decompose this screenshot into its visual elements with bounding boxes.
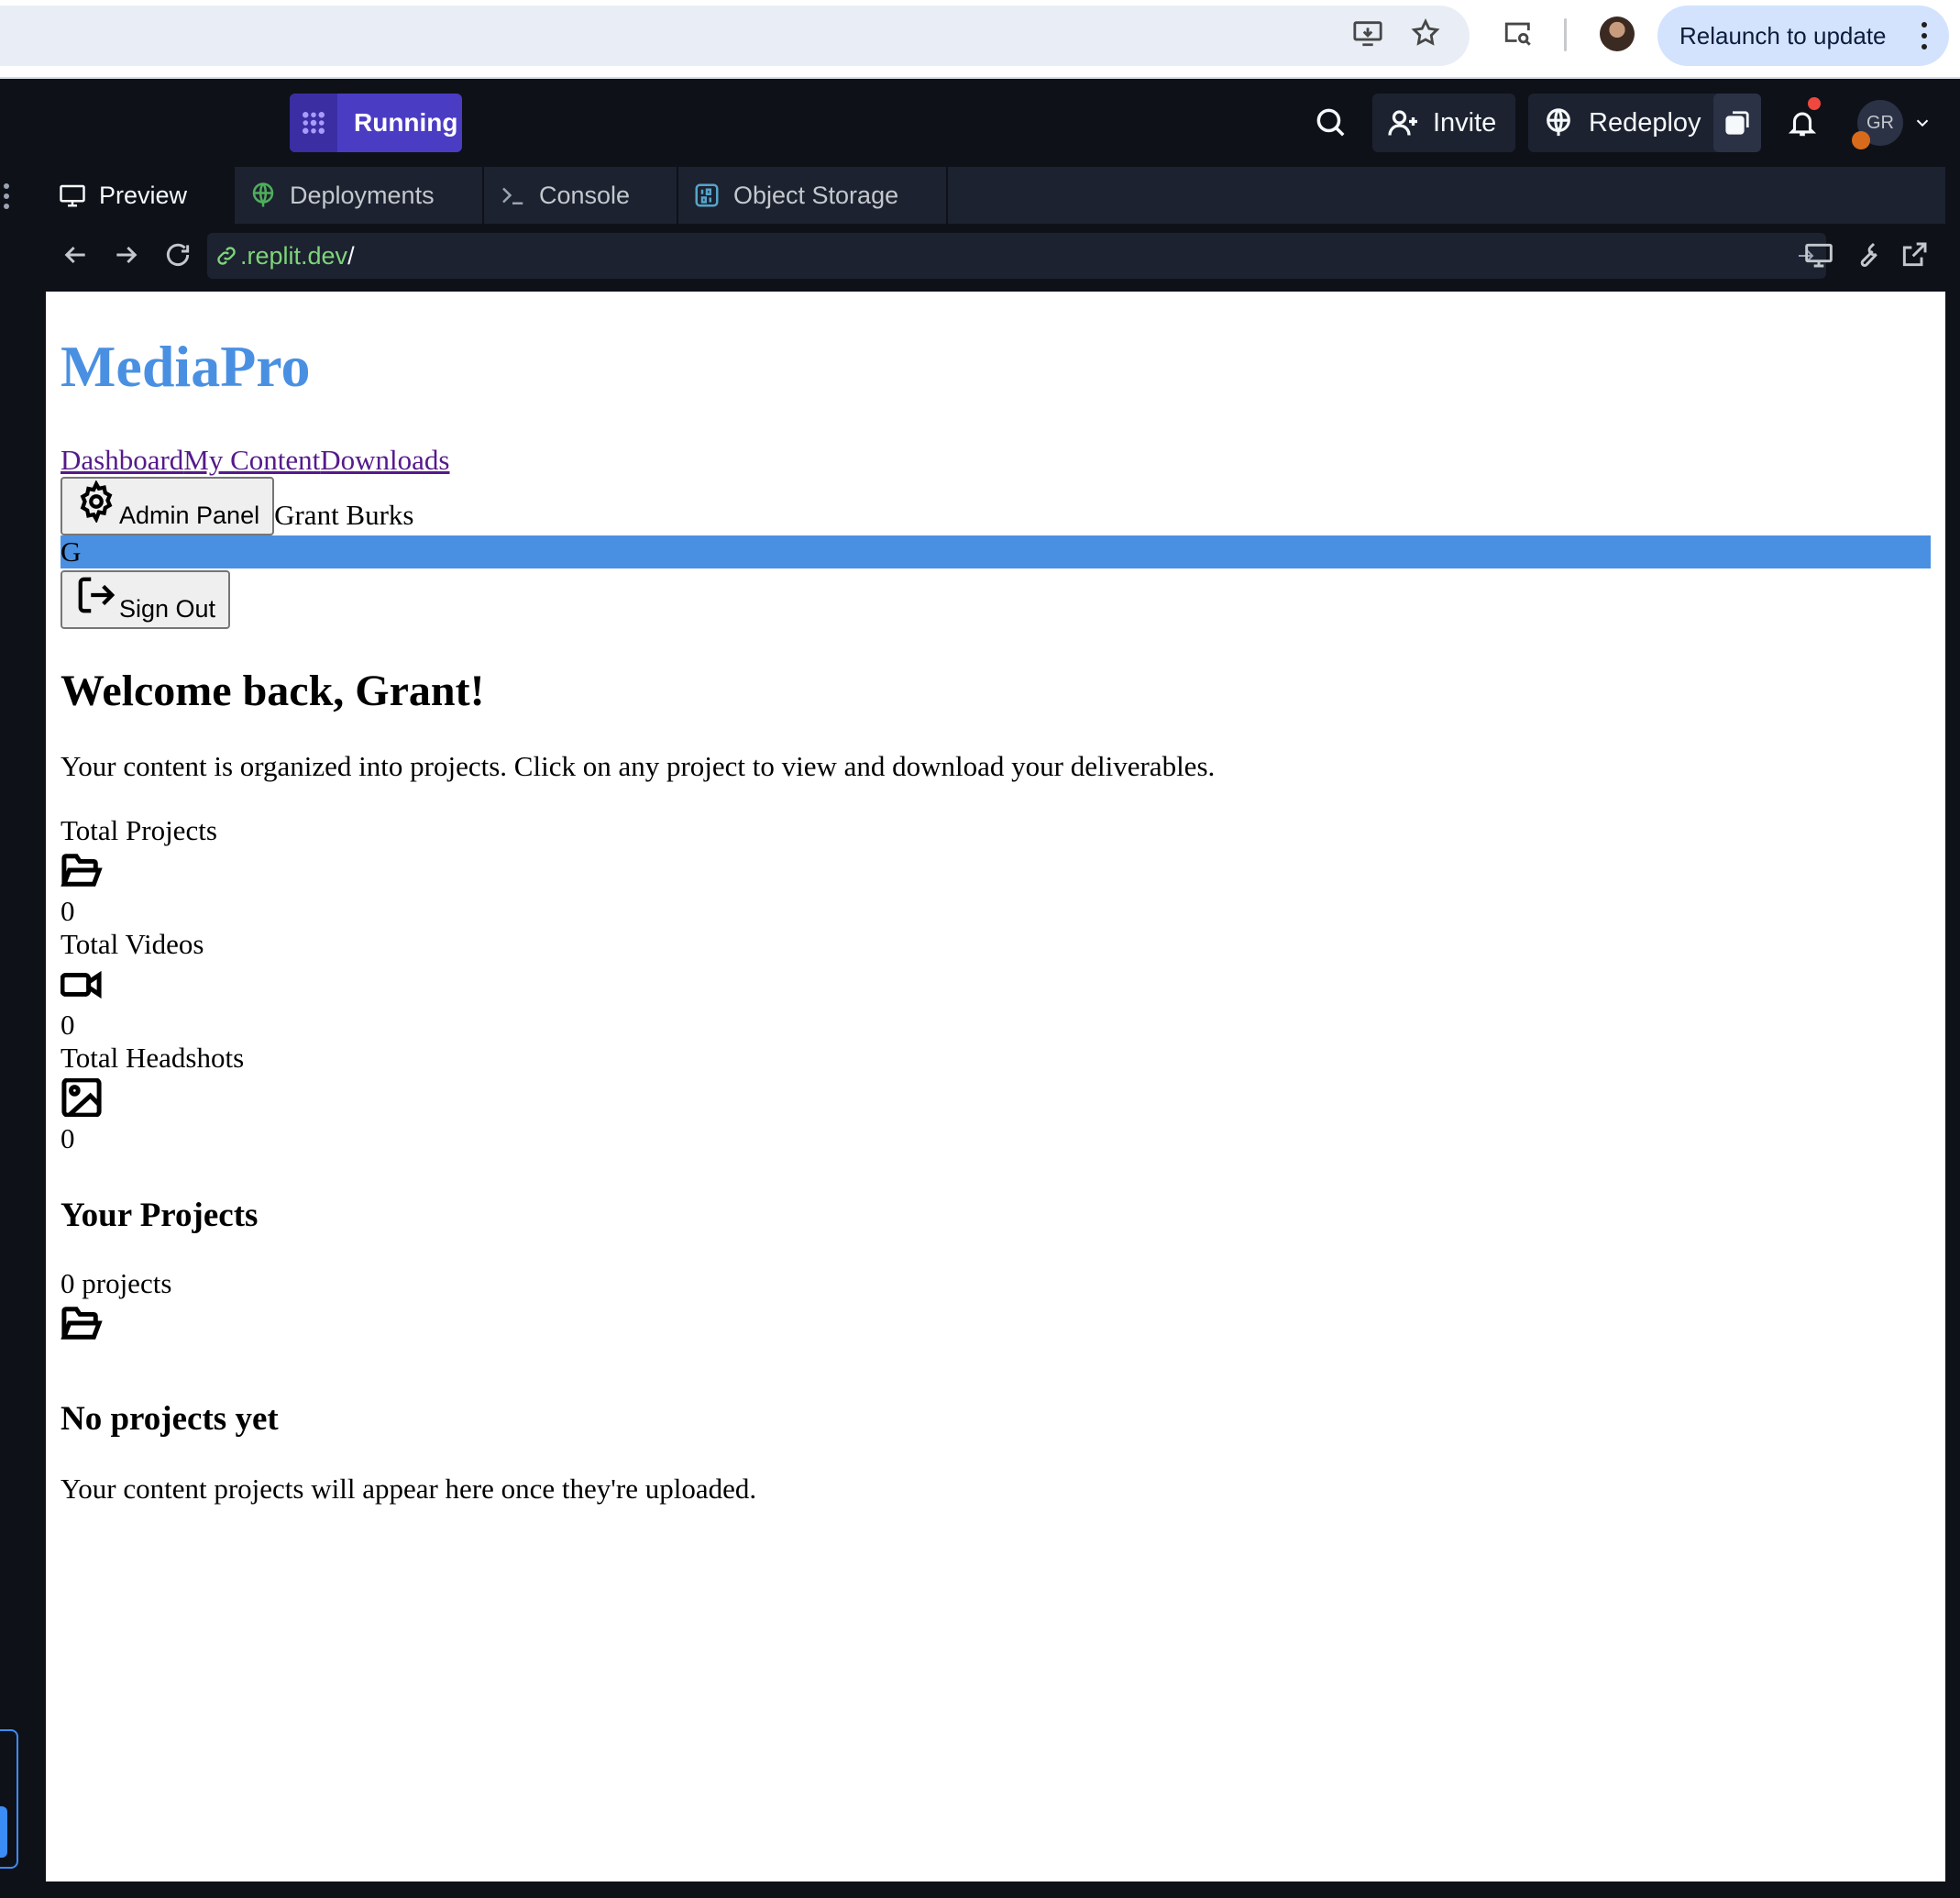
- user-avatar-initial: G: [61, 535, 1931, 568]
- pane-tabs: Preview Deployments Console Object Stora…: [46, 167, 1945, 224]
- tab-console[interactable]: Console: [486, 167, 678, 224]
- user-initials: GR: [1866, 112, 1894, 133]
- open-new-tab-icon[interactable]: [1899, 240, 1929, 274]
- mediapro-app: MediaPro DashboardMy ContentDownloads Ad…: [60, 292, 1931, 1534]
- stat-label: Total Projects: [61, 814, 217, 846]
- user-menu-button[interactable]: GR: [1852, 94, 1938, 152]
- side-panel-indicator: [0, 1806, 7, 1858]
- empty-state-title: No projects yet: [61, 1400, 279, 1438]
- stat-total-headshots: Total Headshots 0: [61, 1042, 1931, 1155]
- log-out-icon: [78, 577, 116, 613]
- browser-toolbar: Relaunch to update: [0, 0, 1960, 79]
- tab-deployments[interactable]: Deployments: [237, 167, 484, 224]
- link-icon: [217, 247, 236, 265]
- stat-value: 0: [61, 1009, 75, 1041]
- bell-icon: [1788, 112, 1817, 137]
- sign-out-button[interactable]: Sign Out: [61, 570, 231, 629]
- run-status-label: Running: [354, 108, 458, 137]
- stat-label: Total Videos: [61, 928, 204, 960]
- gear-icon: [80, 480, 113, 523]
- intro-text: Your content is organized into projects.…: [61, 750, 1216, 782]
- bookmark-star-icon[interactable]: [1405, 13, 1446, 53]
- back-arrow-icon[interactable]: [61, 240, 90, 274]
- workspace-header: Running Invite Redeploy GR: [0, 79, 1960, 167]
- invite-label: Invite: [1433, 107, 1497, 138]
- nav-link-downloads[interactable]: Downloads: [320, 444, 449, 476]
- device-view-icon[interactable]: [1804, 240, 1833, 274]
- url-path: /: [347, 241, 355, 270]
- admin-panel-label: Admin Panel: [119, 502, 260, 529]
- reload-icon[interactable]: [163, 240, 193, 274]
- tab-label: Object Storage: [733, 181, 899, 209]
- devtools-wrench-icon[interactable]: [1852, 240, 1881, 274]
- nav-link-dashboard[interactable]: Dashboard: [61, 444, 183, 476]
- stats-section: Total Projects 0 Total Videos 0 Total He…: [60, 814, 1931, 1155]
- user-name: Grant Burks: [274, 499, 414, 531]
- notification-dot: [1808, 97, 1821, 110]
- main-nav: DashboardMy ContentDownloads: [61, 444, 1931, 477]
- tab-label: Preview: [99, 181, 188, 209]
- url-host: .replit.dev: [240, 241, 348, 270]
- replit-logo-icon: [290, 94, 337, 152]
- search-icon[interactable]: [1313, 105, 1348, 144]
- welcome-heading: Welcome back, Grant!: [61, 667, 485, 715]
- deploy-options-button[interactable]: [1713, 94, 1761, 152]
- profile-avatar[interactable]: [1600, 17, 1635, 51]
- run-status-button[interactable]: Running: [290, 94, 462, 152]
- toolbar-divider: [1564, 18, 1567, 51]
- nav-link-my-content[interactable]: My Content: [183, 444, 320, 476]
- monitor-icon: [60, 184, 85, 207]
- projects-count: 0 projects: [61, 1267, 172, 1299]
- forward-arrow-icon[interactable]: [112, 240, 141, 274]
- tab-label: Console: [539, 181, 631, 209]
- stat-value: 0: [61, 1122, 75, 1154]
- install-app-icon[interactable]: [1348, 13, 1388, 53]
- folder-open-icon: [61, 851, 1931, 891]
- tab-label: Deployments: [290, 181, 435, 209]
- empty-state-text: Your content projects will appear here o…: [61, 1473, 757, 1505]
- terminal-icon: [502, 187, 523, 204]
- storage-icon: [695, 183, 719, 207]
- stat-label: Total Headshots: [61, 1042, 245, 1074]
- media-search-icon[interactable]: [1498, 13, 1538, 53]
- copy-icon: [1725, 111, 1749, 135]
- video-icon: [60, 965, 1931, 1005]
- add-user-icon: [1388, 110, 1417, 136]
- relaunch-button[interactable]: Relaunch to update: [1657, 6, 1949, 66]
- user-row: Admin Panel Grant Burks: [61, 477, 1931, 535]
- projects-heading: Your Projects: [61, 1197, 259, 1234]
- stat-total-videos: Total Videos 0: [60, 928, 1931, 1042]
- globe-icon: [1547, 108, 1570, 137]
- preview-url-input[interactable]: .replit.dev /: [207, 233, 1826, 279]
- sign-out-label: Sign Out: [119, 595, 216, 623]
- image-icon: [61, 1077, 1931, 1119]
- rail-menu-icon[interactable]: [4, 183, 9, 214]
- notifications-button[interactable]: [1778, 94, 1826, 152]
- left-rail: [0, 167, 26, 1898]
- chevron-down-icon: [1916, 119, 1929, 127]
- folder-open-icon: [61, 1304, 1931, 1344]
- more-vert-icon[interactable]: [1921, 22, 1927, 50]
- invite-button[interactable]: Invite: [1372, 94, 1515, 152]
- brand-title: MediaPro: [61, 334, 311, 399]
- stat-total-projects: Total Projects 0: [61, 814, 1931, 928]
- badge-icon: [1852, 131, 1870, 149]
- redeploy-label: Redeploy: [1589, 107, 1701, 138]
- tab-object-storage[interactable]: Object Storage: [680, 167, 948, 224]
- user-avatar: GR: [1852, 100, 1903, 149]
- globe-icon: [252, 182, 274, 207]
- preview-url-bar: .replit.dev /: [46, 224, 1945, 290]
- preview-webview: MediaPro DashboardMy ContentDownloads Ad…: [46, 292, 1945, 1881]
- stat-value: 0: [61, 895, 75, 927]
- address-bar[interactable]: [0, 6, 1470, 66]
- tab-preview[interactable]: Preview: [46, 167, 235, 224]
- relaunch-label: Relaunch to update: [1679, 21, 1887, 50]
- admin-panel-button[interactable]: Admin Panel: [61, 477, 275, 535]
